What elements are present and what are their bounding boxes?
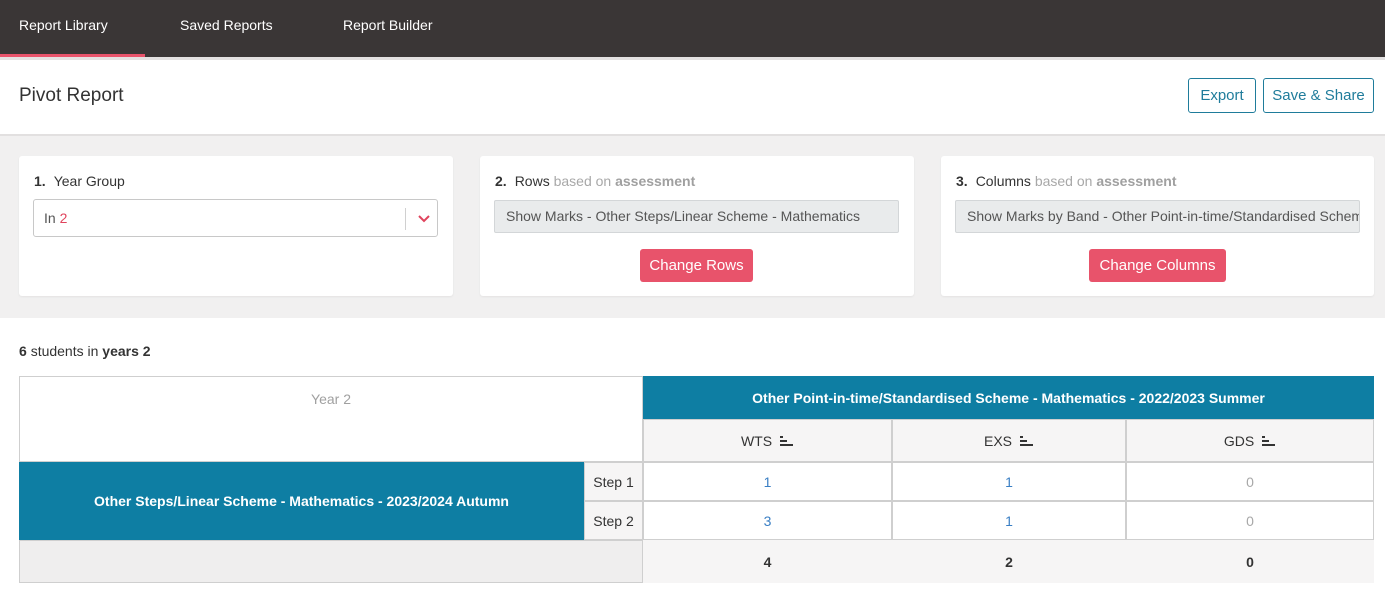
based-on-text: based on bbox=[1034, 173, 1093, 189]
select-separator bbox=[405, 208, 406, 230]
tab-label: Saved Reports bbox=[180, 17, 273, 33]
cell-value: 0 bbox=[1246, 473, 1254, 490]
row-label: Step 2 bbox=[593, 512, 634, 529]
source-text: assessment bbox=[615, 173, 696, 189]
sort-icon[interactable] bbox=[780, 435, 794, 446]
table-cell: 0 bbox=[1126, 462, 1374, 501]
row-group-header: Other Steps/Linear Scheme - Mathematics … bbox=[19, 462, 584, 540]
table-cell[interactable]: 1 bbox=[892, 462, 1126, 501]
rows-field: Show Marks - Other Steps/Linear Scheme -… bbox=[494, 200, 899, 233]
total-value: 4 bbox=[763, 553, 772, 570]
total-cell: 0 bbox=[1126, 540, 1374, 583]
summary-mid-text: students in bbox=[30, 343, 99, 359]
totals-label-cell bbox=[19, 540, 643, 583]
year-group-label: Year Group bbox=[53, 173, 125, 189]
step-number: 1. bbox=[34, 173, 46, 189]
corner-label: Year 2 bbox=[311, 391, 351, 407]
cell-value-link[interactable]: 1 bbox=[1005, 513, 1013, 529]
column-group-header: Other Point-in-time/Standardised Scheme … bbox=[643, 376, 1374, 419]
tab-report-builder[interactable]: Report Builder bbox=[343, 0, 433, 57]
column-header-exs[interactable]: EXS bbox=[892, 419, 1126, 462]
nav-underline bbox=[0, 57, 1385, 60]
total-value: 2 bbox=[1005, 553, 1013, 570]
columns-card: 3. Columns based on assessment Show Marks… bbox=[941, 156, 1374, 296]
tab-label: Report Library bbox=[19, 17, 108, 33]
export-button[interactable]: Export bbox=[1188, 78, 1256, 113]
top-nav: Report Library Saved Reports Report Buil… bbox=[0, 0, 1385, 57]
source-text: assessment bbox=[1096, 173, 1177, 189]
cell-value-link[interactable]: 1 bbox=[764, 474, 772, 490]
rows-card: 2. Rows based on assessment Show Marks - … bbox=[480, 156, 914, 296]
value-prefix: In bbox=[44, 210, 56, 226]
page-title: Pivot Report bbox=[19, 85, 124, 106]
tab-saved-reports[interactable]: Saved Reports bbox=[180, 0, 273, 57]
row-label-step-1: Step 1 bbox=[584, 462, 643, 501]
change-rows-button[interactable]: Change Rows bbox=[640, 249, 753, 282]
column-header-gds[interactable]: GDS bbox=[1126, 419, 1374, 462]
column-header-wts[interactable]: WTS bbox=[643, 419, 892, 462]
table-cell: 0 bbox=[1126, 501, 1374, 540]
sort-icon[interactable] bbox=[1020, 435, 1034, 446]
selected-year: 2 bbox=[59, 210, 68, 226]
save-share-button[interactable]: Save & Share bbox=[1263, 78, 1374, 113]
columns-heading: 3. Columns based on assessment bbox=[956, 173, 1177, 189]
total-cell: 4 bbox=[643, 540, 892, 583]
cell-value-link[interactable]: 3 bbox=[764, 513, 772, 529]
columns-label: Columns bbox=[975, 173, 1031, 189]
column-label: GDS bbox=[1223, 432, 1255, 449]
table-cell[interactable]: 1 bbox=[892, 501, 1126, 540]
columns-field: Show Marks by Band - Other Point-in-time… bbox=[955, 200, 1360, 233]
column-label: EXS bbox=[983, 432, 1012, 449]
sort-icon[interactable] bbox=[1262, 435, 1276, 446]
cell-value-link[interactable]: 1 bbox=[1005, 474, 1013, 490]
pivot-table: Year 2 Other Point-in-time/Standardised … bbox=[19, 376, 1374, 583]
row-group-label: Other Steps/Linear Scheme - Mathematics … bbox=[94, 493, 509, 509]
based-on-text: based on bbox=[553, 173, 612, 189]
column-label: WTS bbox=[740, 432, 773, 449]
year-group-select[interactable]: In 2 bbox=[33, 199, 438, 237]
year-group-heading: 1. Year Group bbox=[34, 173, 125, 189]
step-number: 2. bbox=[495, 173, 507, 189]
row-label: Step 1 bbox=[593, 473, 634, 490]
cell-value: 0 bbox=[1246, 512, 1254, 529]
tab-label: Report Builder bbox=[343, 17, 433, 33]
rows-label: Rows bbox=[514, 173, 550, 189]
corner-cell: Year 2 bbox=[19, 376, 643, 462]
change-columns-button[interactable]: Change Columns bbox=[1089, 249, 1226, 282]
total-cell: 2 bbox=[892, 540, 1126, 583]
rows-heading: 2. Rows based on assessment bbox=[495, 173, 695, 189]
year-group-card: 1. Year Group In 2 bbox=[19, 156, 453, 296]
student-summary: 6 students in years 2 bbox=[19, 343, 151, 359]
row-label-step-2: Step 2 bbox=[584, 501, 643, 540]
student-count: 6 bbox=[19, 343, 27, 359]
total-value: 0 bbox=[1246, 553, 1254, 570]
year-group-value: In 2 bbox=[44, 210, 67, 226]
chevron-down-icon[interactable] bbox=[413, 206, 435, 230]
table-cell[interactable]: 1 bbox=[643, 462, 892, 501]
column-group-label: Other Point-in-time/Standardised Scheme … bbox=[752, 389, 1265, 406]
tab-report-library[interactable]: Report Library bbox=[0, 0, 145, 57]
step-number: 3. bbox=[956, 173, 968, 189]
summary-group: years 2 bbox=[102, 343, 151, 359]
table-cell[interactable]: 3 bbox=[643, 501, 892, 540]
